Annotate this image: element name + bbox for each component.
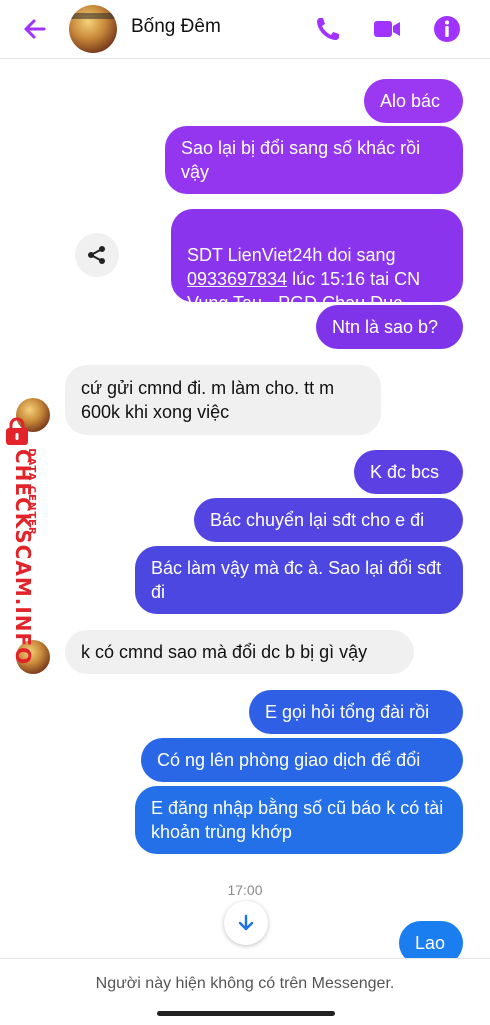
- lock-icon: [6, 417, 28, 445]
- video-camera-icon[interactable]: [371, 13, 403, 45]
- message-timestamp: 17:00: [227, 882, 263, 898]
- contact-avatar[interactable]: [69, 5, 117, 53]
- message-text: cứ gửi cmnd đi. m làm cho. tt m 600k khi…: [81, 378, 335, 422]
- info-icon[interactable]: [431, 13, 463, 45]
- arrow-left-icon[interactable]: [18, 12, 52, 46]
- arrow-down-icon: [238, 914, 254, 931]
- message-bubble-sent[interactable]: Bác làm vậy mà đc à. Sao lại đổi sđt đi: [135, 546, 463, 614]
- watermark-tagline: DATA CENTER: [26, 448, 37, 536]
- message-bubble-sent[interactable]: Bác chuyển lại sđt cho e đi: [194, 498, 463, 542]
- message-text: SDT LienViet24h doi sang: [187, 245, 396, 265]
- checkscam-watermark: CHECKSCAM.INFO DATA CENTER: [0, 412, 56, 665]
- message-text: Bác làm vậy mà đc à. Sao lại đổi sđt đi: [151, 558, 442, 602]
- phone-number-link[interactable]: 0933697834: [187, 269, 287, 289]
- phone-icon[interactable]: [312, 13, 344, 45]
- message-text: Sao lại bị đổi sang số khác rồi vậy: [181, 138, 421, 182]
- message-bubble-received[interactable]: k có cmnd sao mà đổi dc b bị gì vậy: [65, 630, 414, 674]
- unavailable-notice: Người này hiện không có trên Messenger.: [95, 975, 395, 992]
- message-text: Ntn là sao b?: [332, 317, 439, 337]
- message-bubble-received[interactable]: cứ gửi cmnd đi. m làm cho. tt m 600k khi…: [65, 365, 381, 435]
- scroll-to-bottom-button[interactable]: [224, 901, 268, 945]
- message-bubble-sent[interactable]: Có ng lên phòng giao dịch để đổi: [141, 738, 463, 782]
- message-text: E đăng nhập bằng số cũ báo k có tài khoả…: [151, 798, 444, 842]
- message-bubble-sent[interactable]: Ntn là sao b?: [316, 305, 463, 349]
- message-text: Alo bác: [380, 91, 441, 111]
- contact-name[interactable]: Bống Đêm: [131, 16, 221, 38]
- message-bubble-sent[interactable]: E đăng nhập bằng số cũ báo k có tài khoả…: [135, 786, 463, 854]
- chat-header: Bống Đêm: [0, 0, 490, 59]
- message-bubble-sent[interactable]: Sao lại bị đổi sang số khác rồi vậy: [165, 126, 463, 194]
- message-text: Lao: [415, 933, 446, 953]
- share-button[interactable]: [75, 233, 119, 277]
- share-icon: [88, 246, 105, 264]
- message-text: K đc bcs: [370, 462, 440, 482]
- home-indicator[interactable]: [157, 1011, 335, 1016]
- message-bubble-sent[interactable]: K đc bcs: [354, 450, 463, 494]
- message-bubble-sent[interactable]: Alo bác: [364, 79, 463, 123]
- message-text: k có cmnd sao mà đổi dc b bị gì vậy: [81, 642, 368, 662]
- message-text: E gọi hỏi tổng đài rồi: [265, 702, 430, 722]
- message-text: Có ng lên phòng giao dịch để đổi: [157, 750, 421, 770]
- message-bubble-sent[interactable]: E gọi hỏi tổng đài rồi: [249, 690, 463, 734]
- message-bubble-sent[interactable]: SDT LienViet24h doi sang 0933697834 lúc …: [171, 209, 463, 313]
- message-text: Bác chuyển lại sđt cho e đi: [210, 510, 425, 530]
